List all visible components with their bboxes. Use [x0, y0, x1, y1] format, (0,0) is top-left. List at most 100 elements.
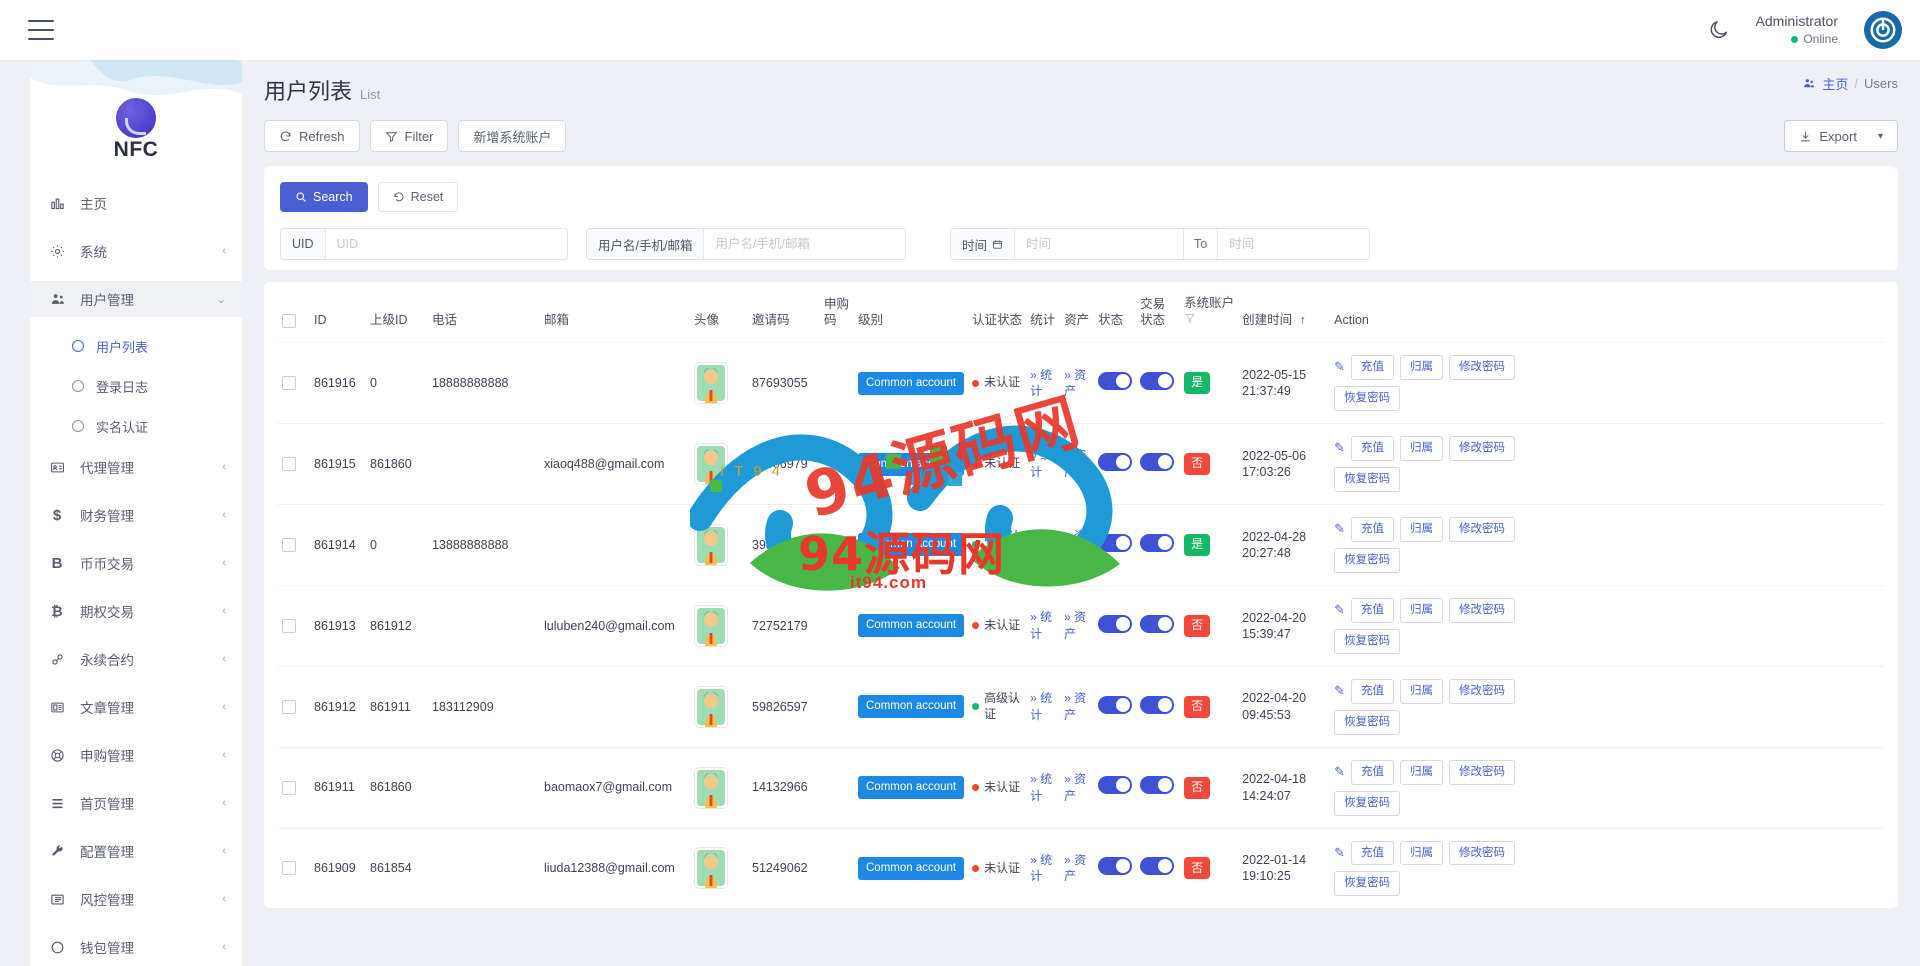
search-button[interactable]: Search	[280, 182, 368, 212]
breadcrumb-home[interactable]: 主页	[1822, 74, 1848, 93]
change-password-button[interactable]: 修改密码	[1449, 355, 1516, 381]
edit-icon[interactable]: ✎	[1334, 683, 1345, 700]
user-input[interactable]	[704, 229, 905, 259]
user-avatar-icon[interactable]	[694, 685, 728, 728]
sidebar-item-user-management[interactable]: 用户管理 ⌄	[30, 281, 242, 317]
status-toggle[interactable]	[1098, 533, 1133, 552]
belong-button[interactable]: 归属	[1400, 597, 1444, 623]
status-toggle[interactable]	[1098, 452, 1133, 471]
user-avatar-icon[interactable]	[694, 766, 728, 809]
assets-link[interactable]: » 资产	[1064, 691, 1086, 722]
assets-link[interactable]: » 资产	[1064, 853, 1086, 884]
add-system-account-button[interactable]: 新增系统账户	[458, 120, 567, 152]
assets-link[interactable]: » 资产	[1064, 610, 1086, 641]
sidebar-item-homepage-management[interactable]: 首页管理 ‹	[30, 785, 242, 821]
stats-link[interactable]: » 统计	[1030, 691, 1052, 722]
trade-status-toggle[interactable]	[1140, 857, 1175, 876]
assets-link[interactable]: » 资产	[1064, 448, 1086, 479]
status-toggle[interactable]	[1098, 614, 1133, 633]
row-checkbox[interactable]	[282, 861, 296, 876]
time-to-input[interactable]	[1218, 229, 1369, 259]
sidebar-item-agent-management[interactable]: 代理管理 ‹	[30, 449, 242, 485]
sidebar-item-config-management[interactable]: 配置管理 ‹	[30, 833, 242, 869]
trade-status-toggle[interactable]	[1140, 533, 1175, 552]
sidebar-item-perpetual-contract[interactable]: 永续合约 ‹	[30, 641, 242, 677]
trade-status-toggle[interactable]	[1140, 776, 1175, 795]
sidebar-item-risk-management[interactable]: 风控管理 ‹	[30, 881, 242, 917]
belong-button[interactable]: 归属	[1400, 355, 1444, 381]
restore-password-button[interactable]: 恢复密码	[1334, 871, 1401, 897]
user-avatar-icon[interactable]	[694, 362, 728, 405]
belong-button[interactable]: 归属	[1400, 678, 1444, 704]
restore-password-button[interactable]: 恢复密码	[1334, 790, 1401, 816]
user-avatar-icon[interactable]	[694, 443, 728, 486]
assets-link[interactable]: » 资产	[1064, 529, 1086, 560]
stats-link[interactable]: » 统计	[1030, 529, 1052, 560]
trade-status-toggle[interactable]	[1140, 614, 1175, 633]
status-toggle[interactable]	[1098, 776, 1133, 795]
belong-button[interactable]: 归属	[1400, 517, 1444, 542]
filter-icon[interactable]	[1184, 312, 1196, 324]
row-checkbox[interactable]	[282, 457, 296, 472]
reset-button[interactable]: Reset	[377, 182, 459, 212]
user-avatar-icon[interactable]	[694, 847, 728, 890]
change-password-button[interactable]: 修改密码	[1449, 436, 1516, 462]
edit-icon[interactable]: ✎	[1334, 764, 1345, 781]
select-all-checkbox[interactable]	[282, 314, 296, 329]
change-password-button[interactable]: 修改密码	[1449, 597, 1516, 623]
hamburger-icon[interactable]	[28, 20, 54, 40]
recharge-button[interactable]: 充值	[1351, 517, 1395, 542]
sidebar-item-options-trade[interactable]: ₿ 期权交易 ‹	[30, 593, 242, 629]
row-checkbox[interactable]	[282, 699, 296, 714]
edit-icon[interactable]: ✎	[1334, 359, 1345, 376]
filter-button[interactable]: Filter	[369, 120, 449, 152]
sidebar-item-home[interactable]: 主页	[30, 185, 242, 221]
stats-link[interactable]: » 统计	[1030, 610, 1052, 641]
sidebar-item-realname-auth[interactable]: 实名认证	[30, 409, 242, 443]
trade-status-toggle[interactable]	[1140, 695, 1175, 714]
sidebar-item-wallet-management[interactable]: 钱包管理 ‹	[30, 929, 242, 965]
edit-icon[interactable]: ✎	[1334, 845, 1345, 862]
change-password-button[interactable]: 修改密码	[1449, 678, 1516, 704]
edit-icon[interactable]: ✎	[1334, 602, 1345, 619]
change-password-button[interactable]: 修改密码	[1449, 840, 1516, 866]
user-avatar-icon[interactable]	[694, 604, 728, 647]
stats-link[interactable]: » 统计	[1030, 448, 1052, 479]
time-from-input[interactable]	[1015, 229, 1184, 259]
belong-button[interactable]: 归属	[1400, 436, 1444, 462]
row-checkbox[interactable]	[282, 780, 296, 795]
sidebar-item-system[interactable]: 系统 ‹	[30, 233, 242, 269]
status-toggle[interactable]	[1098, 372, 1133, 391]
row-checkbox[interactable]	[282, 618, 296, 633]
restore-password-button[interactable]: 恢复密码	[1334, 547, 1401, 573]
avatar[interactable]	[1864, 11, 1902, 49]
status-toggle[interactable]	[1098, 695, 1133, 714]
sidebar-item-article-management[interactable]: 文章管理 ‹	[30, 689, 242, 725]
moon-icon[interactable]	[1708, 19, 1730, 41]
recharge-button[interactable]: 充值	[1351, 759, 1395, 785]
sidebar-item-user-list[interactable]: 用户列表	[30, 329, 242, 363]
edit-icon[interactable]: ✎	[1334, 440, 1345, 457]
edit-icon[interactable]: ✎	[1334, 521, 1345, 538]
change-password-button[interactable]: 修改密码	[1449, 517, 1516, 542]
recharge-button[interactable]: 充值	[1351, 840, 1395, 866]
restore-password-button[interactable]: 恢复密码	[1334, 467, 1401, 492]
row-checkbox[interactable]	[282, 376, 296, 391]
th-create-time[interactable]: 创建时间 ↑	[1238, 282, 1330, 342]
trade-status-toggle[interactable]	[1140, 372, 1175, 391]
trade-status-toggle[interactable]	[1140, 452, 1175, 471]
assets-link[interactable]: » 资产	[1064, 368, 1086, 399]
sidebar-item-subscription-management[interactable]: 申购管理 ‹	[30, 737, 242, 773]
export-button[interactable]: Export ▾	[1784, 120, 1898, 152]
recharge-button[interactable]: 充值	[1351, 597, 1395, 623]
restore-password-button[interactable]: 恢复密码	[1334, 709, 1401, 735]
belong-button[interactable]: 归属	[1400, 759, 1444, 785]
recharge-button[interactable]: 充值	[1351, 355, 1395, 381]
row-checkbox[interactable]	[282, 537, 296, 552]
sidebar-item-coin-trade[interactable]: B 币币交易 ‹	[30, 545, 242, 581]
user-info[interactable]: Administrator Online	[1756, 12, 1838, 47]
change-password-button[interactable]: 修改密码	[1449, 759, 1516, 785]
sidebar-item-finance-management[interactable]: $ 财务管理 ‹	[30, 497, 242, 533]
belong-button[interactable]: 归属	[1400, 840, 1444, 866]
sidebar-item-login-log[interactable]: 登录日志	[30, 369, 242, 403]
